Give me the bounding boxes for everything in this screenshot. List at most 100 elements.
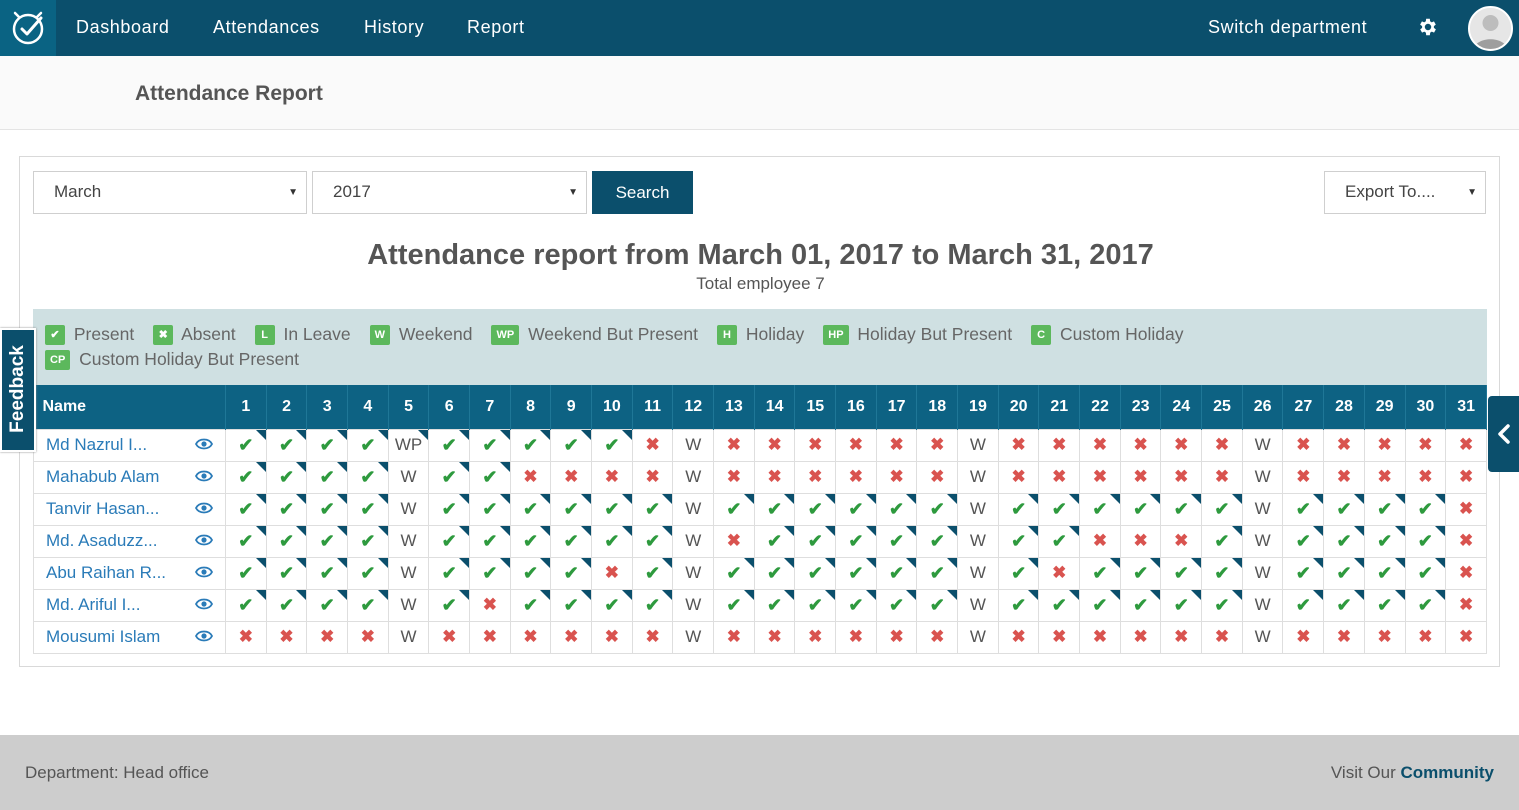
attendance-cell[interactable]: ✖ (1404, 460, 1447, 494)
employee-name-link[interactable]: Tanvir Hasan... (33, 492, 184, 526)
attendance-cell[interactable]: ✔ (265, 492, 308, 526)
attendance-cell[interactable]: ✖ (1363, 428, 1406, 462)
attendance-cell[interactable]: ✔ (794, 492, 837, 526)
attendance-cell[interactable]: ✔ (631, 556, 674, 590)
attendance-cell[interactable]: ✔ (265, 460, 308, 494)
attendance-cell[interactable]: ✔ (509, 556, 552, 590)
attendance-cell[interactable]: W (672, 524, 715, 558)
attendance-cell[interactable]: ✔ (591, 524, 633, 558)
attendance-cell[interactable]: ✔ (1119, 492, 1162, 526)
attendance-cell[interactable]: ✔ (1201, 524, 1243, 558)
attendance-cell[interactable]: ✖ (509, 460, 552, 494)
attendance-cell[interactable]: ✔ (550, 524, 593, 558)
attendance-cell[interactable]: ✔ (1038, 588, 1081, 622)
attendance-cell[interactable]: ✔ (1038, 524, 1081, 558)
attendance-cell[interactable]: ✖ (753, 460, 796, 494)
attendance-cell[interactable]: ✔ (347, 524, 389, 558)
attendance-cell[interactable]: ✖ (997, 428, 1040, 462)
attendance-cell[interactable]: ✔ (1160, 492, 1203, 526)
attendance-cell[interactable]: W (387, 460, 430, 494)
attendance-cell[interactable]: ✔ (713, 588, 755, 622)
attendance-cell[interactable]: ✔ (1363, 556, 1406, 590)
attendance-cell[interactable]: ✖ (1038, 460, 1081, 494)
attendance-cell[interactable]: ✔ (306, 428, 349, 462)
attendance-cell[interactable]: ✔ (1160, 588, 1203, 622)
attendance-cell[interactable]: W (1241, 588, 1284, 622)
attendance-cell[interactable]: ✔ (347, 492, 389, 526)
attendance-cell[interactable]: ✖ (875, 620, 918, 654)
attendance-cell[interactable]: W (957, 460, 999, 494)
attendance-cell[interactable]: ✔ (469, 428, 511, 462)
employee-name-link[interactable]: Mahabub Alam (33, 460, 184, 494)
attendance-cell[interactable]: ✖ (591, 460, 633, 494)
employee-name-link[interactable]: Md. Asaduzz... (33, 524, 184, 558)
attendance-cell[interactable]: ✔ (997, 588, 1040, 622)
attendance-cell[interactable]: ✔ (347, 588, 389, 622)
attendance-cell[interactable]: ✔ (550, 428, 593, 462)
attendance-cell[interactable]: ✔ (428, 524, 471, 558)
attendance-cell[interactable]: ✖ (469, 588, 511, 622)
attendance-cell[interactable]: ✔ (509, 588, 552, 622)
attendance-cell[interactable]: ✖ (1323, 460, 1365, 494)
attendance-cell[interactable]: ✔ (631, 524, 674, 558)
nav-dashboard[interactable]: Dashboard (76, 17, 169, 38)
attendance-cell[interactable]: ✔ (794, 556, 837, 590)
attendance-cell[interactable]: W (387, 524, 430, 558)
attendance-cell[interactable]: ✖ (1363, 620, 1406, 654)
attendance-cell[interactable]: ✖ (753, 428, 796, 462)
attendance-cell[interactable]: W (957, 620, 999, 654)
employee-name-link[interactable]: Md. Ariful I... (33, 588, 184, 622)
nav-report[interactable]: Report (467, 17, 525, 38)
attendance-cell[interactable]: ✔ (1038, 492, 1081, 526)
attendance-cell[interactable]: ✖ (1404, 428, 1447, 462)
attendance-cell[interactable]: ✖ (794, 428, 837, 462)
attendance-cell[interactable]: ✔ (428, 492, 471, 526)
attendance-cell[interactable]: ✖ (550, 620, 593, 654)
attendance-cell[interactable]: ✖ (1119, 620, 1162, 654)
attendance-cell[interactable]: ✔ (1119, 588, 1162, 622)
attendance-cell[interactable]: W (672, 588, 715, 622)
attendance-cell[interactable]: ✖ (550, 460, 593, 494)
nav-attendances[interactable]: Attendances (213, 17, 320, 38)
attendance-cell[interactable]: ✔ (916, 556, 959, 590)
attendance-cell[interactable]: ✖ (835, 460, 877, 494)
attendance-cell[interactable]: ✖ (1119, 428, 1162, 462)
attendance-cell[interactable]: ✖ (1119, 460, 1162, 494)
attendance-cell[interactable]: ✖ (713, 428, 755, 462)
attendance-cell[interactable]: ✔ (306, 524, 349, 558)
attendance-cell[interactable]: ✔ (916, 492, 959, 526)
attendance-cell[interactable]: W (672, 620, 715, 654)
year-select[interactable]: 2017 ▼ (312, 171, 587, 214)
attendance-cell[interactable]: ✔ (1404, 556, 1447, 590)
attendance-cell[interactable]: ✔ (306, 556, 349, 590)
attendance-cell[interactable]: ✔ (631, 588, 674, 622)
attendance-cell[interactable]: ✔ (509, 428, 552, 462)
attendance-cell[interactable]: ✔ (469, 556, 511, 590)
attendance-cell[interactable]: ✔ (1404, 492, 1447, 526)
attendance-cell[interactable]: W (387, 556, 430, 590)
attendance-cell[interactable]: ✔ (753, 492, 796, 526)
attendance-cell[interactable]: ✔ (265, 524, 308, 558)
attendance-cell[interactable]: ✖ (1323, 620, 1365, 654)
attendance-cell[interactable]: WP (387, 428, 430, 462)
attendance-cell[interactable]: ✖ (1079, 524, 1121, 558)
view-eye-icon-cell[interactable] (183, 588, 227, 622)
attendance-cell[interactable]: ✔ (1363, 492, 1406, 526)
attendance-cell[interactable]: ✔ (875, 524, 918, 558)
attendance-cell[interactable]: ✔ (916, 524, 959, 558)
attendance-cell[interactable]: ✖ (1160, 524, 1203, 558)
attendance-cell[interactable]: ✖ (1445, 492, 1487, 526)
attendance-cell[interactable]: ✖ (591, 556, 633, 590)
attendance-cell[interactable]: ✔ (469, 524, 511, 558)
attendance-cell[interactable]: W (1241, 460, 1284, 494)
attendance-cell[interactable]: ✔ (1201, 556, 1243, 590)
attendance-cell[interactable]: ✖ (1079, 620, 1121, 654)
attendance-cell[interactable]: ✖ (1445, 460, 1487, 494)
attendance-cell[interactable]: ✖ (631, 620, 674, 654)
attendance-cell[interactable]: ✔ (265, 588, 308, 622)
attendance-cell[interactable]: ✔ (1404, 588, 1447, 622)
attendance-cell[interactable]: ✖ (916, 460, 959, 494)
attendance-cell[interactable]: W (387, 492, 430, 526)
attendance-cell[interactable]: ✖ (631, 428, 674, 462)
attendance-cell[interactable]: W (387, 620, 430, 654)
